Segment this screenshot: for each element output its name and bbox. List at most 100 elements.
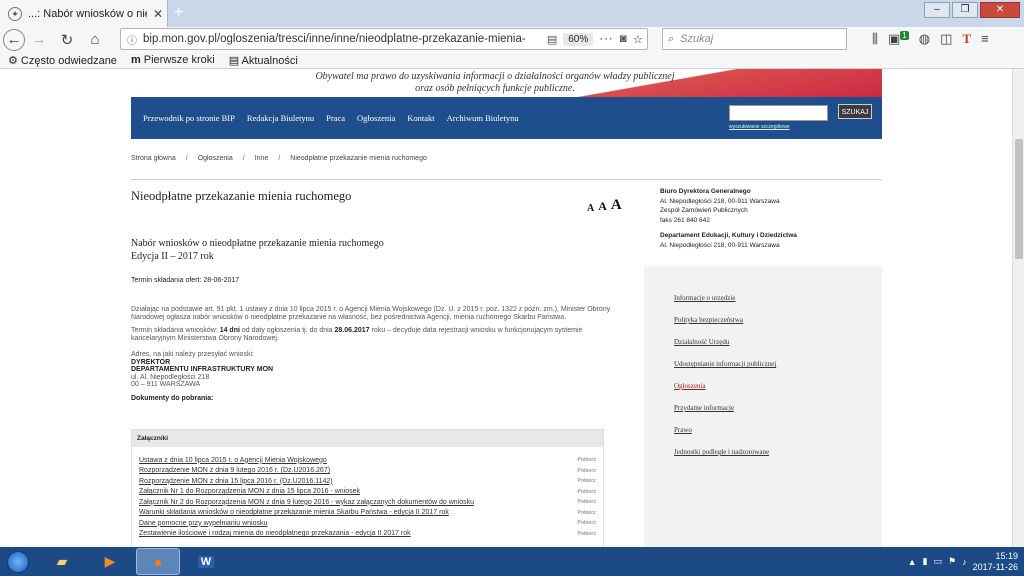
home-icon[interactable]: ⌂ xyxy=(81,31,109,48)
media-player-taskbar-button[interactable]: ▶ xyxy=(88,548,132,575)
announcement-heading: Nabór wniosków o nieodpłatne przekazanie… xyxy=(131,237,384,263)
attachment-link[interactable]: Dane pomocne przy wypełnianiu wniosku xyxy=(139,520,267,527)
search-box[interactable]: ⌕ Szukaj xyxy=(662,28,847,50)
attachment-row: Rozporządzenie MON z dnia 15 lipca 2016 … xyxy=(132,476,603,487)
close-tab-icon[interactable]: ✕ xyxy=(153,7,163,21)
attachment-link[interactable]: Rozporządzenie MON z dnia 15 lipca 2016 … xyxy=(139,478,333,485)
close-window-icon[interactable]: ✕ xyxy=(980,2,1020,18)
pocket-icon[interactable]: ◙ xyxy=(620,33,627,45)
attachments-panel: Załączniki Ustawa z dnia 10 lipca 2015 r… xyxy=(131,429,604,547)
text-extension-icon[interactable]: T xyxy=(962,31,971,47)
bookmark-most-visited[interactable]: ⚙ Często odwiedzane xyxy=(8,54,117,67)
scrollbar-thumb[interactable] xyxy=(1015,139,1023,259)
bookmark-news[interactable]: ▤ Aktualności xyxy=(229,54,298,67)
breadcrumb-announcements[interactable]: Ogłoszenia xyxy=(198,155,233,162)
side-menu-item[interactable]: Informacje o urzędzie xyxy=(674,294,735,302)
attachment-link[interactable]: Zestawienie ilościowe i rodzaj mienia do… xyxy=(139,530,411,537)
library-icon[interactable]: ⫼ xyxy=(872,31,878,47)
side-menu-item[interactable]: Przydatne informacje xyxy=(674,404,734,412)
bookmark-star-icon[interactable]: ☆ xyxy=(633,32,643,46)
start-button[interactable] xyxy=(0,547,36,576)
account-icon[interactable]: ◍ xyxy=(919,31,930,47)
legal-basis-paragraph: Działając na podstawie art. 91 pkt. 1 us… xyxy=(131,306,611,321)
motto-line-2: oraz osób pełniących funkcje publiczne. xyxy=(415,83,575,94)
volume-icon[interactable]: ♪ xyxy=(962,557,967,567)
zoom-level[interactable]: 60% xyxy=(563,32,594,46)
download-link[interactable]: Pobierz xyxy=(577,478,596,484)
new-tab-icon[interactable]: + xyxy=(174,4,183,22)
download-link[interactable]: Pobierz xyxy=(577,499,596,505)
side-menu-item[interactable]: Udostępnianie informacji publicznej xyxy=(674,360,776,368)
font-small-button[interactable]: A xyxy=(587,203,594,214)
nav-jobs[interactable]: Praca xyxy=(326,113,345,123)
contact-org-1-team: Zespół Zamówień Publicznych xyxy=(660,207,748,214)
download-link[interactable]: Pobierz xyxy=(577,489,596,495)
advanced-search-link[interactable]: wyszukiwanie szczegółowe xyxy=(729,124,790,130)
download-link[interactable]: Pobierz xyxy=(577,468,596,474)
extension-badge: 1 xyxy=(900,31,909,40)
firefox-taskbar-button[interactable]: ● xyxy=(136,548,180,575)
side-menu: Informacje o urzędzie Polityka bezpiecze… xyxy=(644,266,882,547)
nav-guide[interactable]: Przewodnik po stronie BIP xyxy=(143,113,235,123)
nav-announcements[interactable]: Ogłoszenia xyxy=(357,113,395,123)
bookmark-getting-started[interactable]: m Pierwsze kroki xyxy=(131,54,215,66)
tray-expand-icon[interactable]: ▲ xyxy=(908,557,917,567)
breadcrumb-separator: / xyxy=(278,155,281,162)
mailing-address: Adres, na jaki należy przesyłać wnioski:… xyxy=(131,351,273,389)
info-icon[interactable]: ⓘ xyxy=(127,32,137,47)
network-icon[interactable]: ▮ xyxy=(923,556,928,567)
attachment-link[interactable]: Rozporządzenie MON z dnia 9 lutego 2016 … xyxy=(139,467,330,474)
breadcrumb-home[interactable]: Strona główna xyxy=(131,155,176,162)
download-link[interactable]: Pobierz xyxy=(577,531,596,537)
site-search-button[interactable]: SZUKAJ xyxy=(838,104,872,119)
font-large-button[interactable]: A xyxy=(611,197,622,214)
forward-icon[interactable]: → xyxy=(25,31,53,48)
attachment-link[interactable]: Załącznik Nr 1 do Rozporządzenia MON z d… xyxy=(139,488,360,495)
attachment-row: Zestawienie ilościowe i rodzaj mienia do… xyxy=(132,529,603,540)
side-menu-item[interactable]: Prawo xyxy=(674,426,692,434)
page-scrollbar[interactable] xyxy=(1012,69,1024,547)
site-search-input[interactable] xyxy=(729,105,828,121)
battery-icon[interactable]: ▭ xyxy=(934,556,943,567)
download-link[interactable]: Pobierz xyxy=(577,457,596,463)
download-link[interactable]: Pobierz xyxy=(577,510,596,516)
side-menu-item[interactable]: Działalność Urzędu xyxy=(674,338,729,346)
address-street: ul. Al. Niepodległości 218 xyxy=(131,373,210,381)
attachment-link[interactable]: Ustawa z dnia 10 lipca 2015 r. o Agencji… xyxy=(139,457,327,464)
minimize-icon[interactable]: – xyxy=(924,2,950,18)
explorer-taskbar-button[interactable]: ▰ xyxy=(40,548,84,575)
menu-icon[interactable]: ≡ xyxy=(981,31,989,47)
page-actions-icon[interactable]: ··· xyxy=(599,33,614,45)
browser-tab[interactable]: ✦ ...: Nabór wniosków o nieodpłat ✕ xyxy=(0,0,168,27)
attachment-link[interactable]: Warunki składania wniosków o nieodpłatne… xyxy=(139,509,449,516)
side-menu-item[interactable]: Polityka bezpieczeństwa xyxy=(674,316,743,324)
nav-archive[interactable]: Archiwum Biuletynu xyxy=(447,113,519,123)
header-motto: Obywatel ma prawo do uzyskiwania informa… xyxy=(190,71,800,97)
extension-icon[interactable]: ▣ 1 xyxy=(888,31,909,47)
attachments-heading: Załączniki xyxy=(132,430,603,447)
reload-icon[interactable]: ↻ xyxy=(53,31,81,49)
font-medium-button[interactable]: A xyxy=(598,199,607,214)
nav-editorial[interactable]: Redakcja Biuletynu xyxy=(247,113,314,123)
flag-icon[interactable]: ⚑ xyxy=(948,556,956,567)
reader-view-icon[interactable]: ▤ xyxy=(547,33,557,46)
attachment-link[interactable]: Załącznik Nr 2 do Rozporządzenia MON z d… xyxy=(139,499,474,506)
web-page: Obywatel ma prawo do uzyskiwania informa… xyxy=(0,69,1012,547)
download-link[interactable]: Pobierz xyxy=(577,520,596,526)
back-icon[interactable]: ← xyxy=(3,28,25,51)
nav-contact[interactable]: Kontakt xyxy=(407,113,434,123)
clock[interactable]: 15:19 2017-11-26 xyxy=(973,551,1018,573)
address-bar[interactable]: ⓘ bip.mon.gov.pl/ogloszenia/tresci/inne/… xyxy=(120,28,648,50)
word-taskbar-button[interactable]: W xyxy=(184,548,228,575)
restore-icon[interactable]: ❐ xyxy=(952,2,978,18)
documents-heading: Dokumenty do pobrania: xyxy=(131,395,214,402)
url-text[interactable]: bip.mon.gov.pl/ogloszenia/tresci/inne/in… xyxy=(143,33,541,45)
attachment-row: Dane pomocne przy wypełnianiu wniosku Pob… xyxy=(132,518,603,529)
breadcrumb-other[interactable]: Inne xyxy=(255,155,269,162)
extension2-icon[interactable]: ◫ xyxy=(940,31,952,47)
breadcrumb-separator: / xyxy=(185,155,188,162)
side-menu-item-active[interactable]: Ogłoszenia xyxy=(674,382,706,390)
side-menu-item[interactable]: Jednostki podległe i nadzorowane xyxy=(674,448,769,456)
address-recipient: DYREKTOR xyxy=(131,358,171,366)
attachment-row: Załącznik Nr 1 do Rozporządzenia MON z d… xyxy=(132,487,603,498)
